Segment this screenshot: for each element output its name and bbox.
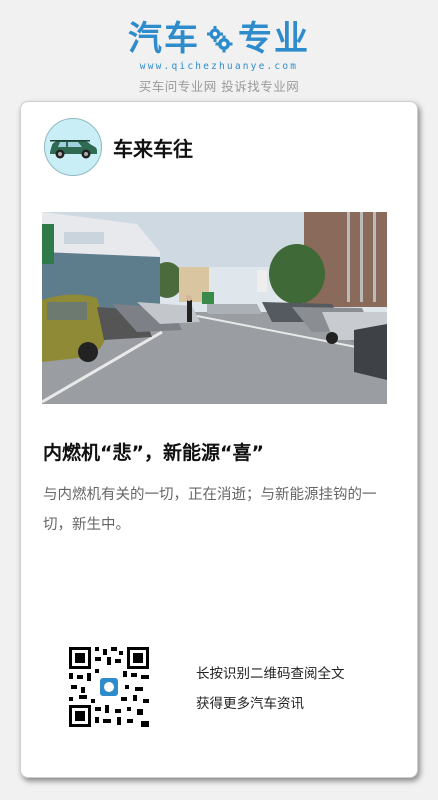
article-summary: 与内燃机有关的一切，正在消逝；与新能源挂钩的一切，新生中。 [43,487,377,533]
brand-logo-left: 汽车 [128,19,200,59]
avatar [44,118,102,176]
qr-instructions: 长按识别二维码查阅全文 获得更多汽车资讯 [196,659,345,719]
brand-slogan: 买车问专业网 投诉找专业网 [138,79,300,94]
share-card: 车来车往 内燃机“悲”，新能源“喜” 与内燃机有关的一切，正在消逝；与新能源挂钩… [20,101,418,778]
qr-code-icon[interactable] [69,647,149,727]
green-suv-icon [50,140,97,159]
qr-instruction-line-2: 获得更多汽车资讯 [196,696,304,712]
brand-header: 汽车 专业 www.qichezhuanye.com 买车问专业网 投诉找专业网 [0,18,438,95]
brand-logo-right: 专业 [238,19,310,59]
car-dealership-parking-lot-photo [42,212,387,404]
article-title[interactable]: 内燃机“悲”，新能源“喜” [43,438,264,465]
account-header[interactable]: 车来车往 [44,118,193,176]
brand-logo: 汽车 专业 [0,18,438,60]
brand-url: www.qichezhuanye.com [139,61,299,72]
account-name: 车来车往 [113,136,193,161]
article-image[interactable] [42,212,387,404]
gear-icon [207,26,233,53]
qr-instruction-line-1: 长按识别二维码查阅全文 [196,666,345,682]
